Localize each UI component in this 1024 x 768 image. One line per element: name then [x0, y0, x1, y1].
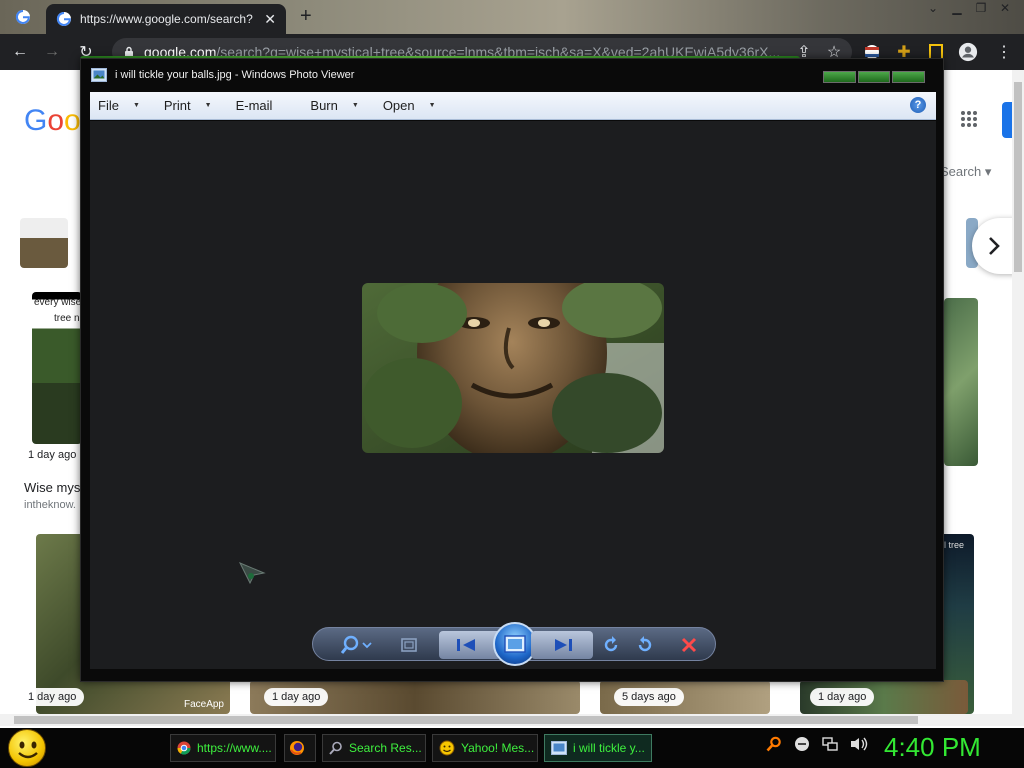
photo-viewer-control-bar [312, 622, 716, 666]
faceapp-watermark: FaceApp [183, 699, 224, 710]
wise-tree-photo [362, 283, 664, 453]
minimize-button[interactable] [823, 71, 856, 83]
photo-viewer-menubar: File ▼ Print ▼ E-mail Burn ▼ Open ▼ ? [90, 92, 936, 120]
menu-email[interactable]: E-mail [236, 98, 287, 113]
system-tray [766, 736, 868, 752]
photo-viewer-app-icon [91, 68, 107, 82]
tab-google-search[interactable]: https://www.google.com/search? ✕ [46, 4, 286, 34]
profile-avatar-icon[interactable] [958, 42, 978, 62]
close-button[interactable] [892, 71, 926, 83]
back-arrow-icon[interactable]: ← [10, 42, 30, 62]
taskbar-item-label: i will tickle y... [573, 741, 645, 755]
actual-size-icon[interactable] [397, 633, 421, 657]
search-orange-icon[interactable] [766, 736, 782, 752]
close-icon[interactable]: ✕ [994, 0, 1016, 16]
help-icon[interactable]: ? [910, 97, 926, 113]
taskbar-item-search[interactable]: Search Res... [322, 734, 426, 762]
volume-icon[interactable] [850, 736, 868, 752]
time-badge: 1 day ago [20, 446, 85, 464]
browser-tab-strip: https://www.google.com/search? ✕ + ⌄ ▁ ❐… [0, 0, 1024, 34]
google-favicon-icon [15, 9, 31, 25]
taskbar-item-photo-viewer[interactable]: i will tickle y... [544, 734, 652, 762]
taskbar-item-chrome[interactable]: https://www.... [170, 734, 276, 762]
meme-caption: every wise [34, 297, 82, 308]
previous-button[interactable] [439, 631, 501, 659]
taskbar-clock[interactable]: 4:40 PM [884, 732, 981, 763]
minimize-icon[interactable]: ▁ [946, 0, 968, 16]
search-tools-dropdown[interactable]: Search ▾ [940, 164, 991, 180]
time-badge: 5 days ago [614, 688, 684, 706]
taskbar-item-label: https://www.... [197, 741, 272, 755]
rotate-counterclockwise-icon[interactable] [599, 633, 623, 657]
photo-viewer-titlebar[interactable]: i will tickle your balls.jpg - Windows P… [81, 59, 943, 91]
sign-in-button[interactable] [1002, 102, 1012, 138]
tab-title: https://www.google.com/search? [80, 12, 253, 26]
google-logo[interactable]: Goo [24, 104, 81, 138]
chrome-icon [177, 741, 191, 755]
next-button[interactable] [531, 631, 593, 659]
tab-close-icon[interactable]: ✕ [264, 11, 276, 28]
browser-window-controls: ⌄ ▁ ❐ ✕ [922, 0, 1016, 20]
image-result[interactable] [944, 298, 978, 466]
chevron-down-icon[interactable]: ⌄ [922, 0, 944, 16]
photo-viewer-title: i will tickle your balls.jpg - Windows P… [115, 69, 355, 81]
time-badge: 1 day ago [264, 688, 329, 706]
meme-caption: l tree [944, 540, 965, 550]
forward-arrow-icon[interactable]: → [42, 42, 62, 62]
meme-caption: tree n [54, 313, 80, 324]
taskbar-item-label: Search Res... [349, 741, 422, 755]
chevron-right-icon[interactable] [972, 218, 1012, 274]
vertical-scrollbar[interactable] [1012, 70, 1024, 714]
kebab-menu-icon[interactable]: ⋮ [994, 42, 1014, 62]
yahoo-smiley-icon [439, 740, 455, 756]
zoom-icon[interactable] [339, 633, 375, 657]
menu-file[interactable]: File ▼ [98, 98, 140, 113]
photo-viewer-canvas [90, 121, 936, 669]
maximize-button[interactable] [857, 71, 891, 83]
taskbar: https://www.... Search Res... Yahoo! Mes… [0, 728, 1024, 768]
photo-viewer-window: i will tickle your balls.jpg - Windows P… [80, 58, 944, 682]
result-title[interactable]: Wise myst [24, 480, 84, 495]
start-button-smiley-icon[interactable] [8, 729, 46, 767]
horizontal-scrollbar[interactable] [0, 714, 1024, 726]
google-favicon-icon [56, 11, 72, 27]
related-search-chip[interactable] [20, 218, 68, 268]
taskbar-item-firefox[interactable] [284, 734, 316, 762]
taskbar-item-label: Yahoo! Mes... [461, 741, 535, 755]
menu-print[interactable]: Print ▼ [164, 98, 212, 113]
taskbar-item-yahoo-messenger[interactable]: Yahoo! Mes... [432, 734, 538, 762]
menu-open[interactable]: Open ▼ [383, 98, 436, 113]
tab-google-inactive[interactable] [0, 0, 46, 34]
result-source: intheknow. [24, 499, 76, 511]
time-badge: 1 day ago [20, 688, 85, 706]
menu-burn[interactable]: Burn ▼ [310, 98, 358, 113]
image-result[interactable]: every wise tree n [32, 292, 82, 444]
search-icon [329, 741, 343, 755]
rotate-clockwise-icon[interactable] [633, 633, 657, 657]
mouse-cursor-icon [238, 561, 266, 585]
restore-icon[interactable]: ❐ [970, 0, 992, 16]
photo-viewer-icon [551, 741, 567, 755]
photo-viewer-window-controls [823, 71, 926, 83]
minus-circle-icon[interactable] [794, 736, 810, 752]
delete-icon[interactable] [677, 633, 701, 657]
apps-grid-icon[interactable] [960, 110, 980, 130]
new-tab-button[interactable]: + [300, 6, 320, 28]
time-badge: 1 day ago [810, 688, 875, 706]
firefox-icon [289, 740, 305, 756]
network-icon[interactable] [822, 736, 838, 752]
